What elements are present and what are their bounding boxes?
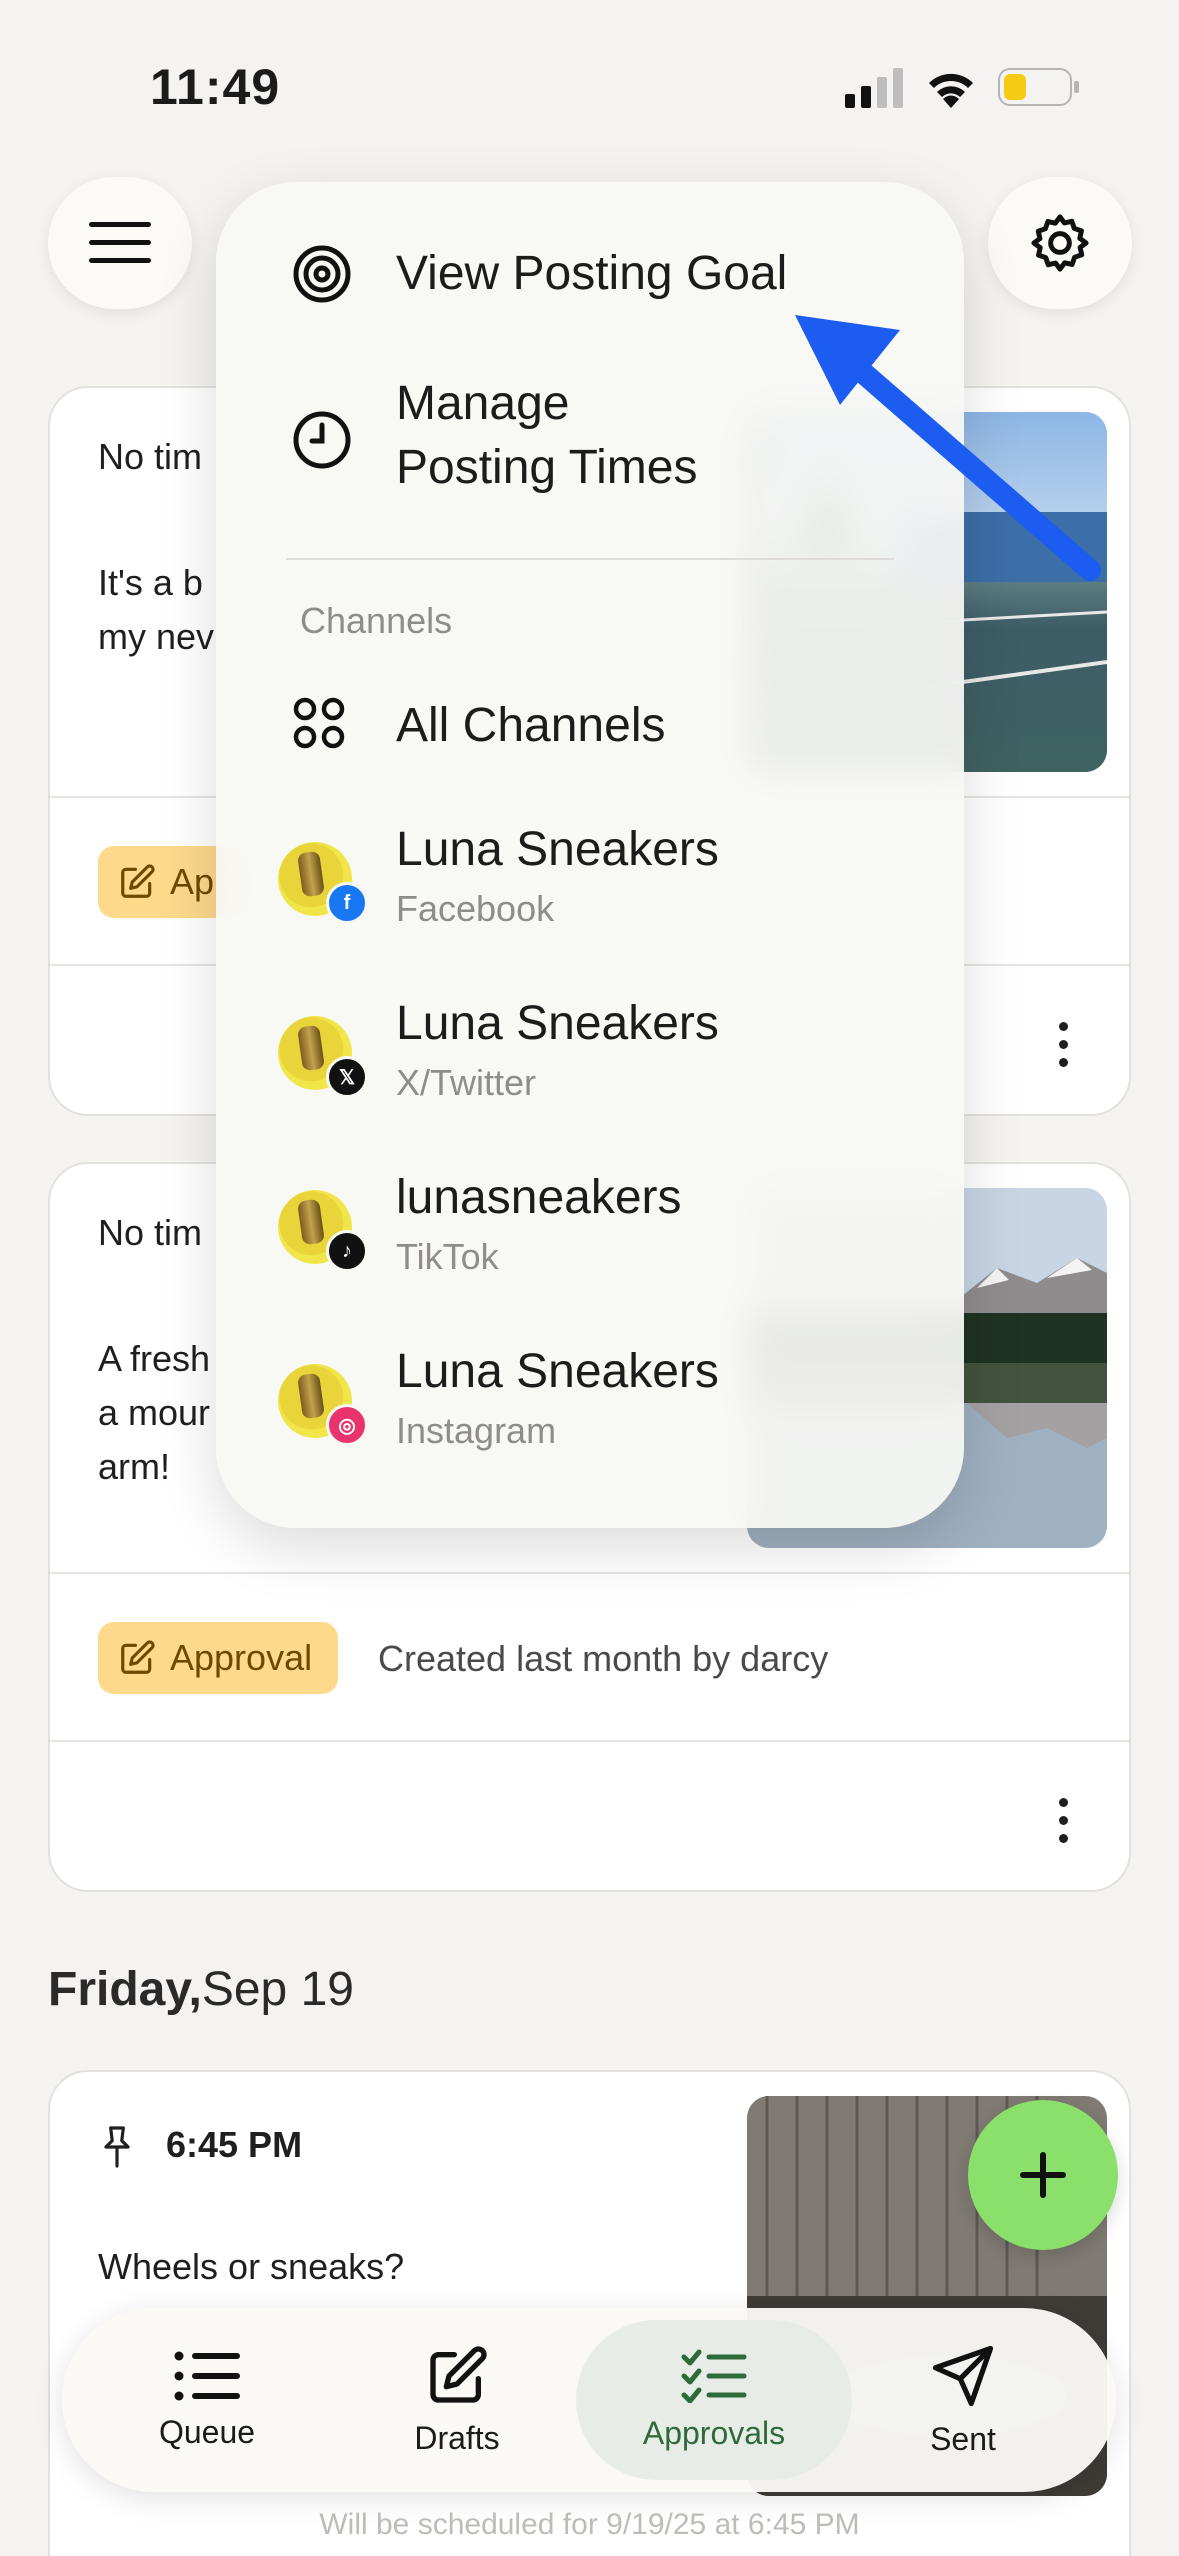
created-by-text: Created last month by darcy <box>378 1638 829 1679</box>
day-date: Sep 19 <box>201 1963 354 2016</box>
edit-icon <box>121 1640 155 1674</box>
edit-icon <box>121 864 155 898</box>
tab-queue-label: Queue <box>158 2413 256 2450</box>
post-time-label: No tim <box>98 1212 203 1253</box>
status-time: 11:49 <box>150 59 281 115</box>
pin-icon <box>104 2126 130 2168</box>
list-icon <box>174 2351 240 2400</box>
tiktok-icon: ♪ <box>326 1230 368 1272</box>
channel-avatar: ◎ <box>278 1364 368 1446</box>
x-twitter-icon: 𝕏 <box>326 1056 368 1098</box>
status-bar: 11:49 <box>0 0 1179 175</box>
wifi-icon <box>929 73 973 108</box>
tab-drafts-label: Drafts <box>414 2419 500 2456</box>
cellular-signal-icon <box>845 68 903 108</box>
checklist-icon <box>681 2349 747 2403</box>
post-text-line: A fresh <box>98 1338 211 1379</box>
channel-name: Luna Sneakers <box>396 1345 719 1398</box>
create-post-button[interactable] <box>968 2100 1118 2250</box>
target-icon <box>293 245 351 303</box>
send-icon <box>932 2345 994 2406</box>
channel-name: lunasneakers <box>396 1171 682 1224</box>
channel-item[interactable]: ◎ Luna Sneakers Instagram <box>216 1344 964 1494</box>
approval-badge-label: Approval <box>170 1637 313 1678</box>
tab-queue[interactable]: Queue <box>132 2308 282 2492</box>
settings-button[interactable] <box>988 177 1132 309</box>
tab-sent[interactable]: Sent <box>888 2308 1038 2492</box>
post-time-label: 6:45 PM <box>166 2124 303 2165</box>
view-posting-goal-label: View Posting Goal <box>396 247 788 300</box>
channel-name: Luna Sneakers <box>396 997 719 1050</box>
grid-icon <box>293 697 345 749</box>
more-options-button[interactable] <box>1059 1798 1069 1843</box>
day-name: Friday, <box>48 1963 202 2016</box>
hamburger-menu-button[interactable] <box>48 177 192 309</box>
tab-sent-label: Sent <box>930 2420 996 2457</box>
tab-approvals[interactable]: Approvals <box>576 2320 852 2480</box>
plus-icon <box>1020 2152 1066 2198</box>
all-channels-label: All Channels <box>396 699 666 752</box>
approval-badge-label: Ap <box>170 861 215 902</box>
manage-posting-times-label-line1: Manage <box>396 377 570 430</box>
post-text-line: my nev <box>98 616 215 657</box>
channel-network: Facebook <box>396 888 555 929</box>
manage-posting-times-item[interactable]: Manage Posting Times <box>216 372 964 512</box>
clock-icon <box>293 411 351 469</box>
manage-posting-times-label-line2: Posting Times <box>396 441 698 494</box>
channel-item[interactable]: f Luna Sneakers Facebook <box>216 822 964 972</box>
channel-network: TikTok <box>396 1236 499 1277</box>
more-options-button[interactable] <box>1059 1022 1069 1067</box>
channel-avatar: f <box>278 842 368 924</box>
all-channels-item[interactable]: All Channels <box>216 682 964 782</box>
post-text-line: a mour <box>98 1392 211 1433</box>
hamburger-icon <box>89 222 151 263</box>
post-text-line: It's a b <box>98 562 203 603</box>
facebook-icon: f <box>326 882 368 924</box>
post-text-line: Wheels or sneaks? <box>98 2246 405 2287</box>
channel-name: Luna Sneakers <box>396 823 719 876</box>
channel-network: Instagram <box>396 1410 557 1451</box>
channel-network: X/Twitter <box>396 1062 537 1103</box>
approval-badge[interactable]: Approval <box>98 1622 339 1694</box>
instagram-icon: ◎ <box>326 1404 368 1446</box>
channel-avatar: ♪ <box>278 1190 368 1272</box>
view-posting-goal-item[interactable]: View Posting Goal <box>216 242 964 352</box>
post-time-label: No tim <box>98 436 203 477</box>
post-text-line: arm! <box>98 1446 170 1487</box>
tab-drafts[interactable]: Drafts <box>382 2308 532 2492</box>
channel-avatar: 𝕏 <box>278 1016 368 1098</box>
schedule-note: Will be scheduled for 9/19/25 at 6:45 PM <box>319 2508 860 2541</box>
menu-divider <box>286 558 894 560</box>
tab-approvals-label: Approvals <box>642 2414 786 2451</box>
header-dropdown-menu: View Posting Goal Manage Posting Times C… <box>216 182 964 1528</box>
channel-item[interactable]: 𝕏 Luna Sneakers X/Twitter <box>216 996 964 1146</box>
channel-item[interactable]: ♪ lunasneakers TikTok <box>216 1170 964 1320</box>
day-header: Friday,Sep 19 <box>48 1962 354 2017</box>
edit-icon <box>430 2345 487 2403</box>
battery-icon <box>998 68 1079 106</box>
channels-section-label: Channels <box>300 600 453 641</box>
bottom-navigation: Queue Drafts Approvals Sent <box>62 2308 1116 2492</box>
gear-icon <box>1031 214 1089 272</box>
